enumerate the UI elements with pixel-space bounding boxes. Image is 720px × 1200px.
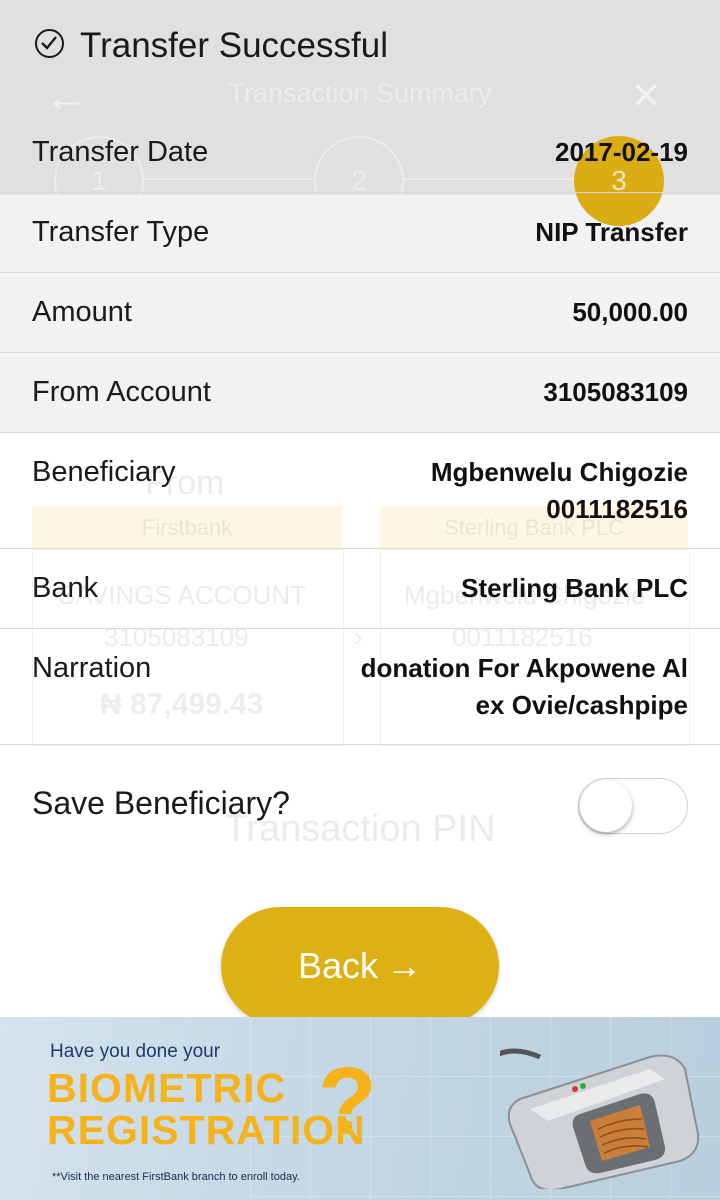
row-label: From Account — [32, 376, 211, 408]
row-label: Bank — [32, 572, 99, 604]
row-value: 3105083109 — [543, 377, 688, 407]
row-value-line1: donation For Akpowene Al — [360, 653, 688, 683]
fingerprint-scanner-icon — [500, 1048, 700, 1189]
row-value-line2: 0011182516 — [546, 494, 688, 524]
modal-title: Transfer Successful — [80, 26, 388, 65]
row-value-line2: ex Ovie/cashpipe — [475, 690, 688, 720]
detail-row-transfer-type: Transfer Type NIP Transfer — [0, 193, 720, 273]
detail-row-beneficiary: Beneficiary Mgbenwelu Chigozie 001118251… — [0, 433, 720, 549]
banner-headline-1: BIOMETRIC — [47, 1065, 287, 1111]
check-circle-icon — [35, 29, 64, 58]
back-button-label: Back — [297, 945, 379, 986]
row-value: Sterling Bank PLC — [461, 573, 688, 603]
detail-row-transfer-date: Transfer Date 2017-02-19 — [0, 112, 720, 193]
detail-row-from-account: From Account 3105083109 — [0, 353, 720, 433]
toggle-knob — [580, 780, 632, 832]
row-value: NIP Transfer — [535, 217, 688, 247]
row-label: Narration — [32, 652, 152, 684]
banner-question: Have you done your — [50, 1041, 221, 1062]
detail-row-bank: Bank Sterling Bank PLC — [0, 549, 720, 629]
banner-note: **Visit the nearest FirstBank branch to … — [52, 1171, 300, 1183]
row-value: 50,000.00 — [572, 297, 688, 327]
row-label: Amount — [32, 296, 132, 328]
row-label: Beneficiary — [32, 456, 176, 488]
save-beneficiary-label: Save Beneficiary? — [32, 785, 290, 821]
modal-header: Transfer Successful — [0, 0, 720, 112]
detail-row-narration: Narration donation For Akpowene Al ex Ov… — [0, 629, 720, 745]
row-label: Transfer Type — [32, 216, 210, 248]
row-label: Transfer Date — [32, 136, 209, 168]
banner-question-mark: ? — [318, 1048, 377, 1155]
row-value: 2017-02-19 — [555, 137, 688, 167]
row-value-line1: Mgbenwelu Chigozie — [430, 457, 688, 487]
save-beneficiary-toggle[interactable] — [578, 778, 688, 834]
arrow-right-icon: → — [386, 945, 423, 986]
biometric-ad-banner[interactable]: Have you done your BIOMETRIC REGISTRATIO… — [0, 1017, 720, 1200]
transfer-success-modal: Transfer Successful Transfer Date 2017-0… — [0, 0, 720, 1025]
back-button[interactable]: Back → — [221, 907, 499, 1025]
detail-row-amount: Amount 50,000.00 — [0, 273, 720, 353]
